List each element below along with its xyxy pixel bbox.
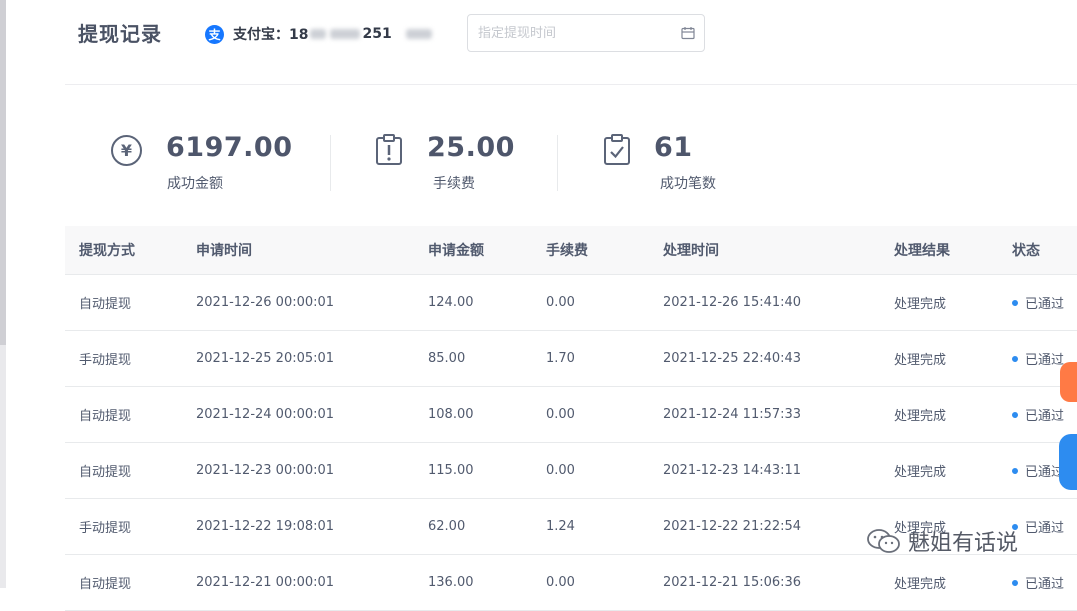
withdraw-method-cell: 自动提现	[79, 465, 132, 480]
process-result-cell: 处理完成	[894, 577, 947, 592]
status-cell: 已通过	[1012, 499, 1064, 554]
apply-time-cell: 2021-12-25 20:05:01	[196, 351, 335, 366]
fee-cell: 0.00	[546, 407, 575, 422]
stat-value: 61	[654, 132, 693, 163]
status-label: 已通过	[1025, 297, 1065, 312]
apply-time-cell: 2021-12-22 19:08:01	[196, 519, 335, 534]
apply-time-cell: 2021-12-26 00:00:01	[196, 295, 335, 310]
process-time-cell: 2021-12-23 14:43:11	[663, 463, 802, 478]
withdraw-method-cell: 自动提现	[79, 297, 132, 312]
date-filter-input[interactable]	[468, 15, 668, 51]
wechat-icon	[867, 529, 900, 553]
withdraw-method-cell: 手动提现	[79, 353, 132, 368]
status-label: 已通过	[1025, 409, 1065, 424]
status-dot	[1012, 299, 1018, 306]
table-row[interactable]: 自动提现 2021-12-26 00:00:01 124.00 0.00 2021-12…	[65, 275, 1077, 331]
status-cell: 已通过	[1012, 275, 1064, 330]
date-filter-picker[interactable]	[467, 14, 705, 52]
status-label: 已通过	[1025, 577, 1065, 592]
apply-amount-cell: 136.00	[428, 575, 474, 590]
process-result-cell: 处理完成	[894, 353, 947, 368]
withdraw-method-cell: 自动提现	[79, 409, 132, 424]
status-dot	[1012, 411, 1018, 418]
helper-icon[interactable]	[1059, 434, 1077, 490]
column-header[interactable]: 状态	[1012, 226, 1040, 274]
apply-time-cell: 2021-12-23 00:00:01	[196, 463, 335, 478]
account-info: 支 支付宝：18 251	[205, 24, 434, 44]
status-dot	[1012, 579, 1018, 586]
apply-amount-cell: 85.00	[428, 351, 466, 366]
stat-label: 成功金额	[167, 176, 223, 192]
watermark: 魅姐有话说	[866, 525, 1018, 557]
alipay-icon: 支	[205, 24, 224, 44]
process-time-cell: 2021-12-26 15:41:40	[663, 295, 802, 310]
calendar-icon[interactable]	[681, 26, 695, 40]
svg-text:¥: ¥	[121, 141, 132, 160]
stat-label: 成功笔数	[660, 176, 716, 192]
process-time-cell: 2021-12-25 22:40:43	[663, 351, 802, 366]
fee-cell: 0.00	[546, 295, 575, 310]
process-time-cell: 2021-12-22 21:22:54	[663, 519, 802, 534]
stat-separator	[557, 135, 558, 191]
withdraw-method-cell: 手动提现	[79, 521, 132, 536]
column-header[interactable]: 处理时间	[663, 226, 719, 274]
alert-clipboard-icon	[376, 134, 402, 165]
status-dot	[1012, 467, 1018, 474]
apply-time-cell: 2021-12-21 00:00:01	[196, 575, 335, 590]
redacted-name	[405, 29, 432, 39]
status-label: 已通过	[1025, 521, 1065, 536]
column-header[interactable]: 申请时间	[196, 226, 252, 274]
status-cell: 已通过	[1012, 443, 1064, 498]
stat-value: 6197.00	[166, 132, 293, 163]
table-row[interactable]: 自动提现 2021-12-23 00:00:01 115.00 0.00 2021-12…	[65, 443, 1077, 499]
fee-cell: 0.00	[546, 463, 575, 478]
table-header: 提现方式 申请时间 申请金额 手续费 处理时间 处理结果 状态	[65, 226, 1077, 275]
table-body: 自动提现 2021-12-26 00:00:01 124.00 0.00 2021-12…	[65, 275, 1077, 611]
fee-cell: 0.00	[546, 575, 575, 590]
status-dot	[1012, 355, 1018, 362]
process-time-cell: 2021-12-24 11:57:33	[663, 407, 802, 422]
process-time-cell: 2021-12-21 15:06:36	[663, 575, 802, 590]
fee-cell: 1.70	[546, 351, 575, 366]
apply-amount-cell: 115.00	[428, 463, 474, 478]
column-header[interactable]: 申请金额	[428, 226, 484, 274]
yen-icon: ¥	[111, 135, 142, 166]
withdraw-method-cell: 自动提现	[79, 577, 132, 592]
table-row[interactable]: 自动提现 2021-12-24 00:00:01 108.00 0.00 2021-12…	[65, 387, 1077, 443]
column-header[interactable]: 提现方式	[79, 226, 135, 274]
scrollbar-thumb[interactable]	[0, 0, 6, 345]
status-cell: 已通过	[1012, 387, 1064, 442]
stat-label: 手续费	[433, 176, 475, 192]
mascot-icon[interactable]	[1060, 362, 1077, 402]
redacted-block	[330, 29, 361, 39]
page-title: 提现记录	[78, 22, 162, 46]
apply-amount-cell: 124.00	[428, 295, 474, 310]
status-label: 已通过	[1025, 353, 1065, 368]
column-header[interactable]: 处理结果	[894, 226, 950, 274]
check-clipboard-icon	[604, 134, 630, 165]
table-row[interactable]: 自动提现 2021-12-21 00:00:01 136.00 0.00 2021-12…	[65, 555, 1077, 611]
process-result-cell: 处理完成	[894, 409, 947, 424]
column-header[interactable]: 手续费	[546, 226, 588, 274]
status-cell: 已通过	[1012, 331, 1064, 386]
watermark-text: 魅姐有话说	[908, 531, 1019, 556]
page-scrollbar[interactable]	[0, 0, 6, 588]
apply-amount-cell: 108.00	[428, 407, 474, 422]
apply-amount-cell: 62.00	[428, 519, 466, 534]
account-suffix: 251	[362, 26, 392, 42]
redacted-block	[310, 29, 327, 39]
stat-separator	[330, 135, 331, 191]
status-cell: 已通过	[1012, 555, 1064, 610]
apply-time-cell: 2021-12-24 00:00:01	[196, 407, 335, 422]
header-divider	[65, 84, 1077, 85]
fee-cell: 1.24	[546, 519, 575, 534]
stat-value: 25.00	[427, 132, 515, 163]
process-result-cell: 处理完成	[894, 465, 947, 480]
account-label: 支付宝：18	[233, 27, 309, 43]
process-result-cell: 处理完成	[894, 297, 947, 312]
table-row[interactable]: 手动提现 2021-12-25 20:05:01 85.00 1.70 2021-12-…	[65, 331, 1077, 387]
